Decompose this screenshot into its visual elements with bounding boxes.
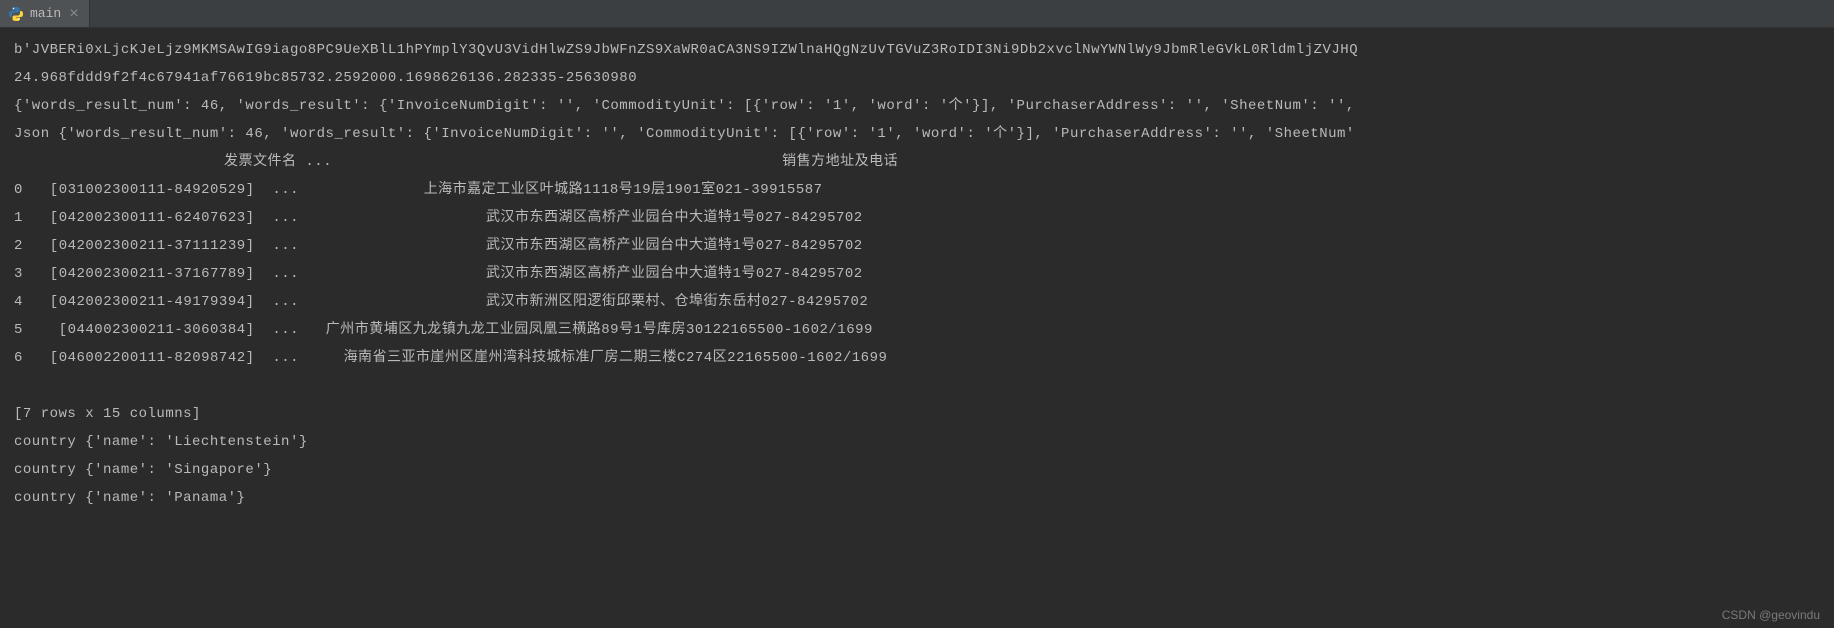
- row-index: 3: [14, 260, 32, 288]
- row-index: 0: [14, 176, 32, 204]
- row-filename: [046002200111-82098742]: [32, 344, 255, 372]
- row-filename: [044002300211-3060384]: [32, 316, 255, 344]
- table-row: 0 [031002300111-84920529] ... 上海市嘉定工业区叶城…: [14, 176, 1830, 204]
- output-line: 24.968fddd9f2f4c67941af76619bc85732.2592…: [14, 64, 1830, 92]
- column-header-filename: 发票文件名 ...: [14, 148, 332, 176]
- row-address: 武汉市东西湖区高桥产业园台中大道特1号027-84295702: [486, 232, 863, 260]
- row-filename: [042002300211-37111239]: [32, 232, 255, 260]
- country-line: country {'name': 'Panama'}: [14, 484, 1830, 512]
- row-index: 1: [14, 204, 32, 232]
- row-index: 6: [14, 344, 32, 372]
- row-ellipsis: ...: [255, 176, 424, 204]
- row-address: 武汉市东西湖区高桥产业园台中大道特1号027-84295702: [486, 204, 863, 232]
- table-row: 6 [046002200111-82098742] ... 海南省三亚市崖州区崖…: [14, 344, 1830, 372]
- row-address: 武汉市东西湖区高桥产业园台中大道特1号027-84295702: [486, 260, 863, 288]
- row-index: 5: [14, 316, 32, 344]
- row-filename: [042002300211-37167789]: [32, 260, 255, 288]
- tab-label: main: [30, 6, 61, 21]
- row-ellipsis: ...: [255, 288, 486, 316]
- row-filename: [042002300111-62407623]: [32, 204, 255, 232]
- summary-line: [7 rows x 15 columns]: [14, 400, 1830, 428]
- row-address: 广州市黄埔区九龙镇九龙工业园凤凰三横路89号1号库房30122165500-16…: [326, 316, 873, 344]
- row-address: 武汉市新洲区阳逻街邱栗村、仓埠街东岳村027-84295702: [486, 288, 868, 316]
- output-line: Json {'words_result_num': 46, 'words_res…: [14, 120, 1830, 148]
- country-line: country {'name': 'Liechtenstein'}: [14, 428, 1830, 456]
- row-ellipsis: ...: [255, 344, 344, 372]
- row-filename: [031002300111-84920529]: [32, 176, 255, 204]
- blank-line: [14, 372, 1830, 400]
- close-icon[interactable]: ×: [67, 5, 81, 23]
- output-line: b'JVBERi0xLjcKJeLjz9MKMSAwIG9iago8PC9UeX…: [14, 36, 1830, 64]
- row-ellipsis: ...: [255, 316, 326, 344]
- table-row: 1 [042002300111-62407623] ... 武汉市东西湖区高桥产…: [14, 204, 1830, 232]
- column-header-address: 销售方地址及电话: [332, 148, 898, 176]
- output-line: {'words_result_num': 46, 'words_result':…: [14, 92, 1830, 120]
- table-row: 4 [042002300211-49179394] ... 武汉市新洲区阳逻街邱…: [14, 288, 1830, 316]
- row-index: 4: [14, 288, 32, 316]
- table-row: 5 [044002300211-3060384] ... 广州市黄埔区九龙镇九龙…: [14, 316, 1830, 344]
- table-row: 2 [042002300211-37111239] ... 武汉市东西湖区高桥产…: [14, 232, 1830, 260]
- watermark: CSDN @geovindu: [1722, 608, 1820, 622]
- row-address: 海南省三亚市崖州区崖州湾科技城标准厂房二期三楼C274区22165500-160…: [344, 344, 888, 372]
- tab-bar: main ×: [0, 0, 1834, 28]
- row-ellipsis: ...: [255, 232, 486, 260]
- table-row: 3 [042002300211-37167789] ... 武汉市东西湖区高桥产…: [14, 260, 1830, 288]
- row-ellipsis: ...: [255, 260, 486, 288]
- console-output: b'JVBERi0xLjcKJeLjz9MKMSAwIG9iago8PC9UeX…: [0, 28, 1834, 512]
- row-address: 上海市嘉定工业区叶城路1118号19层1901室021-39915587: [424, 176, 823, 204]
- table-header: 发票文件名 ... 销售方地址及电话: [14, 148, 1830, 176]
- row-ellipsis: ...: [255, 204, 486, 232]
- row-filename: [042002300211-49179394]: [32, 288, 255, 316]
- python-icon: [8, 6, 24, 22]
- row-index: 2: [14, 232, 32, 260]
- tab-main[interactable]: main ×: [0, 0, 90, 27]
- country-line: country {'name': 'Singapore'}: [14, 456, 1830, 484]
